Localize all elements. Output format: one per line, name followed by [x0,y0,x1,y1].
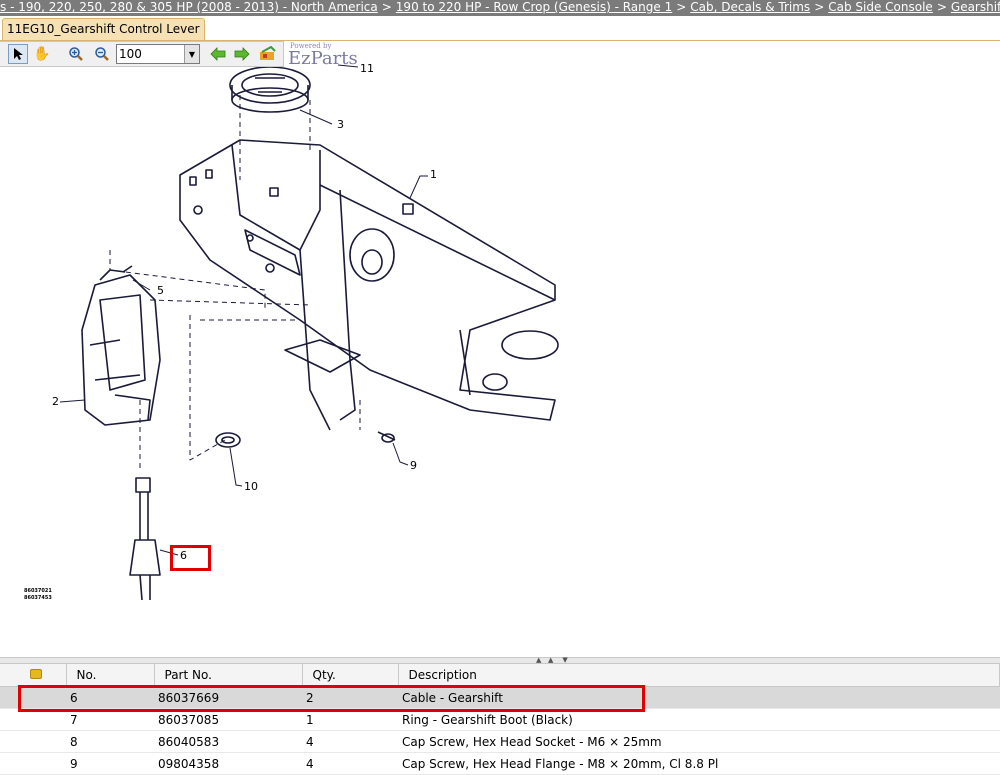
row-qty: 4 [302,730,398,753]
row-cart-cell[interactable] [0,708,66,731]
table-row[interactable]: 6 86037669 2 Cable - Gearshift [0,686,1000,709]
row-description: Cable - Gearshift [398,686,1000,709]
column-header-cart[interactable] [0,664,67,687]
column-header-no[interactable]: No. [66,664,155,687]
chevron-down-icon[interactable]: ▼ [184,45,199,63]
arrow-left-icon [210,47,226,61]
column-header-qty[interactable]: Qty. [302,664,399,687]
row-description: Ring - Gearshift Boot (Black) [398,708,1000,731]
row-part-no: 86040583 [154,730,302,753]
zoom-level-select[interactable]: ▼ [116,44,200,64]
diagram-ref-code: 86037021 [24,588,52,594]
callout-6[interactable]: 6 [180,549,187,562]
zoom-out-icon [95,47,109,61]
breadcrumb-separator: > [676,0,687,14]
row-no: 6 [66,686,154,709]
forward-button[interactable] [232,44,252,64]
zoom-in-button[interactable] [66,44,86,64]
zoom-out-button[interactable] [92,44,112,64]
breadcrumb-link-gearshift[interactable]: Gearshift Control Lever [951,0,1000,14]
row-cart-cell[interactable] [0,686,66,709]
breadcrumb-separator: > [381,0,392,14]
row-part-no: 86037085 [154,708,302,731]
callout-9[interactable]: 9 [410,459,417,472]
table-row[interactable]: 7 86037085 1 Ring - Gearshift Boot (Blac… [0,708,1000,731]
brand-name: EzParts [288,48,358,69]
cursor-arrow-icon [14,48,23,60]
table-header-row: No. Part No. Qty. Description [0,664,1000,687]
pan-tool-button[interactable]: ✋ [32,44,52,64]
breadcrumb: s - 190, 220, 250, 280 & 305 HP (2008 - … [0,0,1000,16]
breadcrumb-separator: > [936,0,947,14]
column-header-description[interactable]: Description [398,664,1000,687]
zoom-in-icon [69,47,83,61]
splitter-grip-icon: ▲ ▲ ▼ [536,656,568,664]
breadcrumb-link-range[interactable]: 190 to 220 HP - Row Crop (Genesis) - Ran… [396,0,672,14]
parts-diagram[interactable]: 11 3 1 5 2 10 9 6 86037021 86037453 [0,41,1000,657]
tab-gearshift-control-lever[interactable]: 11EG10_Gearshift Control Lever [2,18,205,40]
row-no: 8 [66,730,154,753]
breadcrumb-separator: > [814,0,825,14]
cart-icon [29,669,42,679]
callout-11[interactable]: 11 [360,62,374,75]
callout-3[interactable]: 3 [337,118,344,131]
table-row[interactable]: 8 86040583 4 Cap Screw, Hex Head Socket … [0,730,1000,753]
viewer-toolbar: ✋ ▼ [0,41,284,67]
diagram-ref-code: 86037453 [24,595,52,601]
zoom-level-input[interactable] [117,45,187,63]
callout-2[interactable]: 2 [52,395,59,408]
row-qty: 2 [302,686,398,709]
breadcrumb-link-series[interactable]: s - 190, 220, 250, 280 & 305 HP (2008 - … [0,0,378,14]
callout-10[interactable]: 10 [244,480,258,493]
parts-table: No. Part No. Qty. Description 6 86037669… [0,664,1000,775]
row-qty: 1 [302,708,398,731]
pointer-tool-button[interactable] [8,44,28,64]
row-no: 7 [66,708,154,731]
arrow-right-icon [234,47,250,61]
breadcrumb-link-cab[interactable]: Cab, Decals & Trims [690,0,810,14]
pane-splitter[interactable]: ▲ ▲ ▼ [0,657,1000,664]
powered-by-label: Powered by [290,42,332,50]
row-part-no: 86037669 [154,686,302,709]
row-description: Cap Screw, Hex Head Socket - M6 × 25mm [398,730,1000,753]
breadcrumb-link-console[interactable]: Cab Side Console [828,0,933,14]
back-button[interactable] [208,44,228,64]
brand-logo-button[interactable] [258,44,278,64]
parts-books-icon [260,46,276,60]
callout-1[interactable]: 1 [430,168,437,181]
hand-icon: ✋ [33,46,51,62]
row-cart-cell[interactable] [0,730,66,753]
column-header-part-no[interactable]: Part No. [154,664,303,687]
callout-5[interactable]: 5 [157,284,164,297]
